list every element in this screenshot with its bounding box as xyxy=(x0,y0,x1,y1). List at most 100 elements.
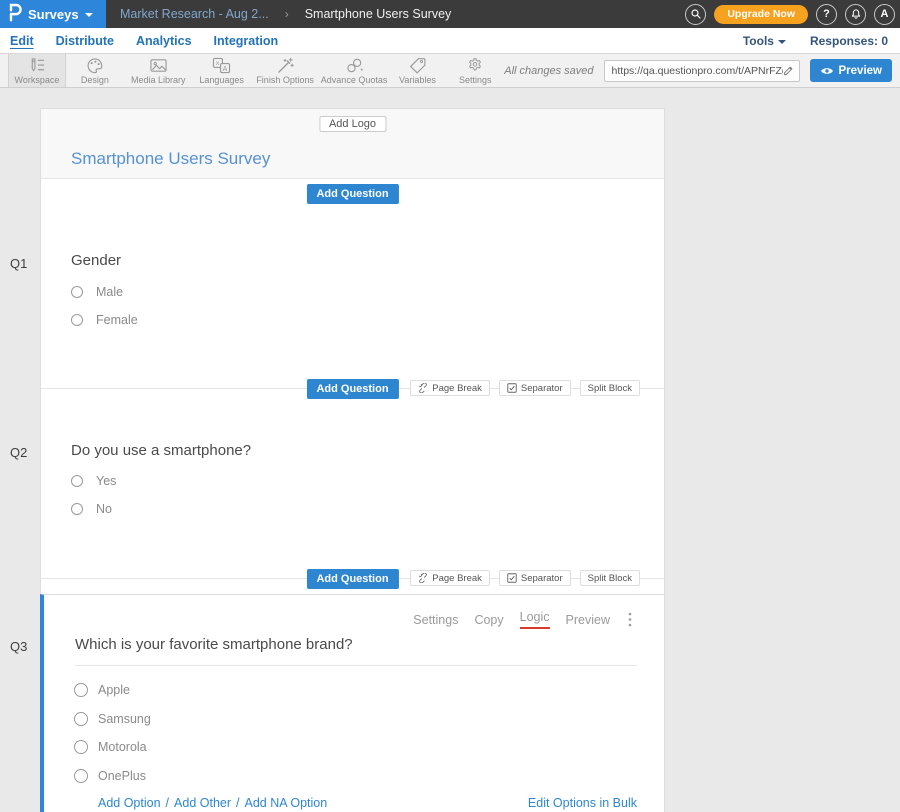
editor-toolbar: Workspace Design Media Library xA Langua… xyxy=(0,54,900,88)
option-label[interactable]: Apple xyxy=(98,683,130,697)
svg-text:x: x xyxy=(216,60,220,67)
variables-icon xyxy=(408,57,427,74)
option-label[interactable]: No xyxy=(96,502,112,516)
toolbar-item-media-library[interactable]: Media Library xyxy=(124,54,193,87)
toolbar-item-settings[interactable]: Settings xyxy=(446,54,504,87)
option-row[interactable]: Motorola xyxy=(74,740,147,754)
question-menu-preview[interactable]: Preview xyxy=(566,613,610,627)
add-other-link[interactable]: Add Other xyxy=(174,796,231,810)
radio-button[interactable] xyxy=(71,503,83,515)
page-break-button[interactable]: Page Break xyxy=(410,570,490,586)
settings-icon xyxy=(466,57,484,74)
survey-url-input[interactable] xyxy=(612,65,783,77)
radio-button[interactable] xyxy=(71,475,83,487)
toolbar-item-advance-quotas[interactable]: Advance Quotas xyxy=(320,54,389,87)
notifications-button[interactable] xyxy=(845,4,866,25)
add-na-option-link[interactable]: Add NA Option xyxy=(245,796,328,810)
radio-button[interactable] xyxy=(74,740,88,754)
page-break-label: Page Break xyxy=(432,573,482,584)
edit-options-in-bulk-link[interactable]: Edit Options in Bulk xyxy=(528,796,637,810)
eye-icon xyxy=(820,66,834,76)
question-text-q3[interactable]: Which is your favorite smartphone brand? xyxy=(75,636,637,666)
page-break-button[interactable]: Page Break xyxy=(410,380,490,396)
option-label[interactable]: Female xyxy=(96,313,138,327)
option-row[interactable]: Yes xyxy=(71,474,116,488)
question-menu-logic[interactable]: Logic xyxy=(520,610,550,629)
toolbar-item-finish-options[interactable]: Finish Options xyxy=(251,54,320,87)
help-button[interactable]: ? xyxy=(816,4,837,25)
breadcrumb-folder[interactable]: Market Research - Aug 2... xyxy=(120,7,269,21)
link-slash: / xyxy=(166,796,169,810)
toolbar-item-workspace[interactable]: Workspace xyxy=(8,54,66,87)
toolbar-item-label: Design xyxy=(81,75,109,85)
question-text-q2[interactable]: Do you use a smartphone? xyxy=(71,442,251,459)
separator-button[interactable]: Separator xyxy=(499,570,571,586)
radio-button[interactable] xyxy=(74,683,88,697)
radio-button[interactable] xyxy=(74,712,88,726)
option-row[interactable]: Female xyxy=(71,313,138,327)
tab-integration[interactable]: Integration xyxy=(214,34,279,48)
module-nav: Edit Distribute Analytics Integration To… xyxy=(0,28,900,54)
responses-count: Responses: 0 xyxy=(810,34,888,48)
tools-menu[interactable]: Tools xyxy=(743,34,786,48)
add-option-link[interactable]: Add Option xyxy=(98,796,161,810)
toolbar-item-label: Media Library xyxy=(131,75,186,85)
avatar[interactable]: A xyxy=(874,4,895,25)
option-label[interactable]: Yes xyxy=(96,474,116,488)
toolbar-item-label: Languages xyxy=(199,75,244,85)
option-row[interactable]: No xyxy=(71,502,112,516)
split-block-button[interactable]: Split Block xyxy=(580,380,640,396)
chevron-down-icon xyxy=(778,40,786,44)
radio-button[interactable] xyxy=(74,769,88,783)
tab-edit[interactable]: Edit xyxy=(10,34,34,48)
separator-button[interactable]: Separator xyxy=(499,380,571,396)
page-break-icon xyxy=(418,573,428,583)
add-question-button[interactable]: Add Question xyxy=(306,569,398,589)
design-icon xyxy=(86,57,104,74)
search-button[interactable] xyxy=(685,4,706,25)
advance-quotas-icon xyxy=(345,57,364,74)
toolbar-right: All changes saved Preview xyxy=(504,54,900,87)
toolbar-item-design[interactable]: Design xyxy=(66,54,124,87)
option-label[interactable]: Samsung xyxy=(98,712,151,726)
option-label[interactable]: Male xyxy=(96,285,123,299)
option-row[interactable]: Male xyxy=(71,285,123,299)
question-block-q3-selected[interactable]: Settings Copy Logic Preview Which is you… xyxy=(40,594,665,812)
chevron-down-icon xyxy=(85,13,93,17)
question-menu-copy[interactable]: Copy xyxy=(474,613,503,627)
edit-url-pencil-icon[interactable] xyxy=(783,65,794,76)
option-label[interactable]: OnePlus xyxy=(98,769,146,783)
toolbar-item-label: Workspace xyxy=(15,75,60,85)
link-slash: / xyxy=(236,796,239,810)
option-row[interactable]: OnePlus xyxy=(74,769,146,783)
questionpro-logo-icon xyxy=(8,3,22,25)
option-row[interactable]: Apple xyxy=(74,683,130,697)
radio-button[interactable] xyxy=(71,314,83,326)
tab-distribute[interactable]: Distribute xyxy=(56,34,114,48)
section-buttons: Page Break Separator Split Block xyxy=(410,570,640,586)
kebab-menu-icon[interactable] xyxy=(626,612,634,627)
radio-button[interactable] xyxy=(71,286,83,298)
question-menu-settings[interactable]: Settings xyxy=(413,613,458,627)
add-question-button[interactable]: Add Question xyxy=(306,184,398,204)
page-break-icon xyxy=(418,383,428,393)
upgrade-now-button[interactable]: Upgrade Now xyxy=(714,5,808,24)
option-actions: Add Option / Add Other / Add NA Option xyxy=(98,796,327,810)
survey-title[interactable]: Smartphone Users Survey xyxy=(71,149,270,169)
add-question-button[interactable]: Add Question xyxy=(306,379,398,399)
toolbar-item-variables[interactable]: Variables xyxy=(389,54,447,87)
bell-icon xyxy=(850,8,862,21)
question-text-q1[interactable]: Gender xyxy=(71,252,121,269)
page-break-label: Page Break xyxy=(432,383,482,394)
save-status: All changes saved xyxy=(504,65,593,77)
option-row[interactable]: Samsung xyxy=(74,712,151,726)
option-label[interactable]: Motorola xyxy=(98,740,147,754)
svg-text:A: A xyxy=(223,64,228,72)
toolbar-item-languages[interactable]: xA Languages xyxy=(193,54,251,87)
tab-analytics[interactable]: Analytics xyxy=(136,34,192,48)
preview-button[interactable]: Preview xyxy=(810,59,892,82)
split-block-button[interactable]: Split Block xyxy=(580,570,640,586)
surveys-menu[interactable]: Surveys xyxy=(0,0,106,28)
add-logo-button[interactable]: Add Logo xyxy=(319,116,386,132)
breadcrumb-separator: › xyxy=(285,7,289,21)
